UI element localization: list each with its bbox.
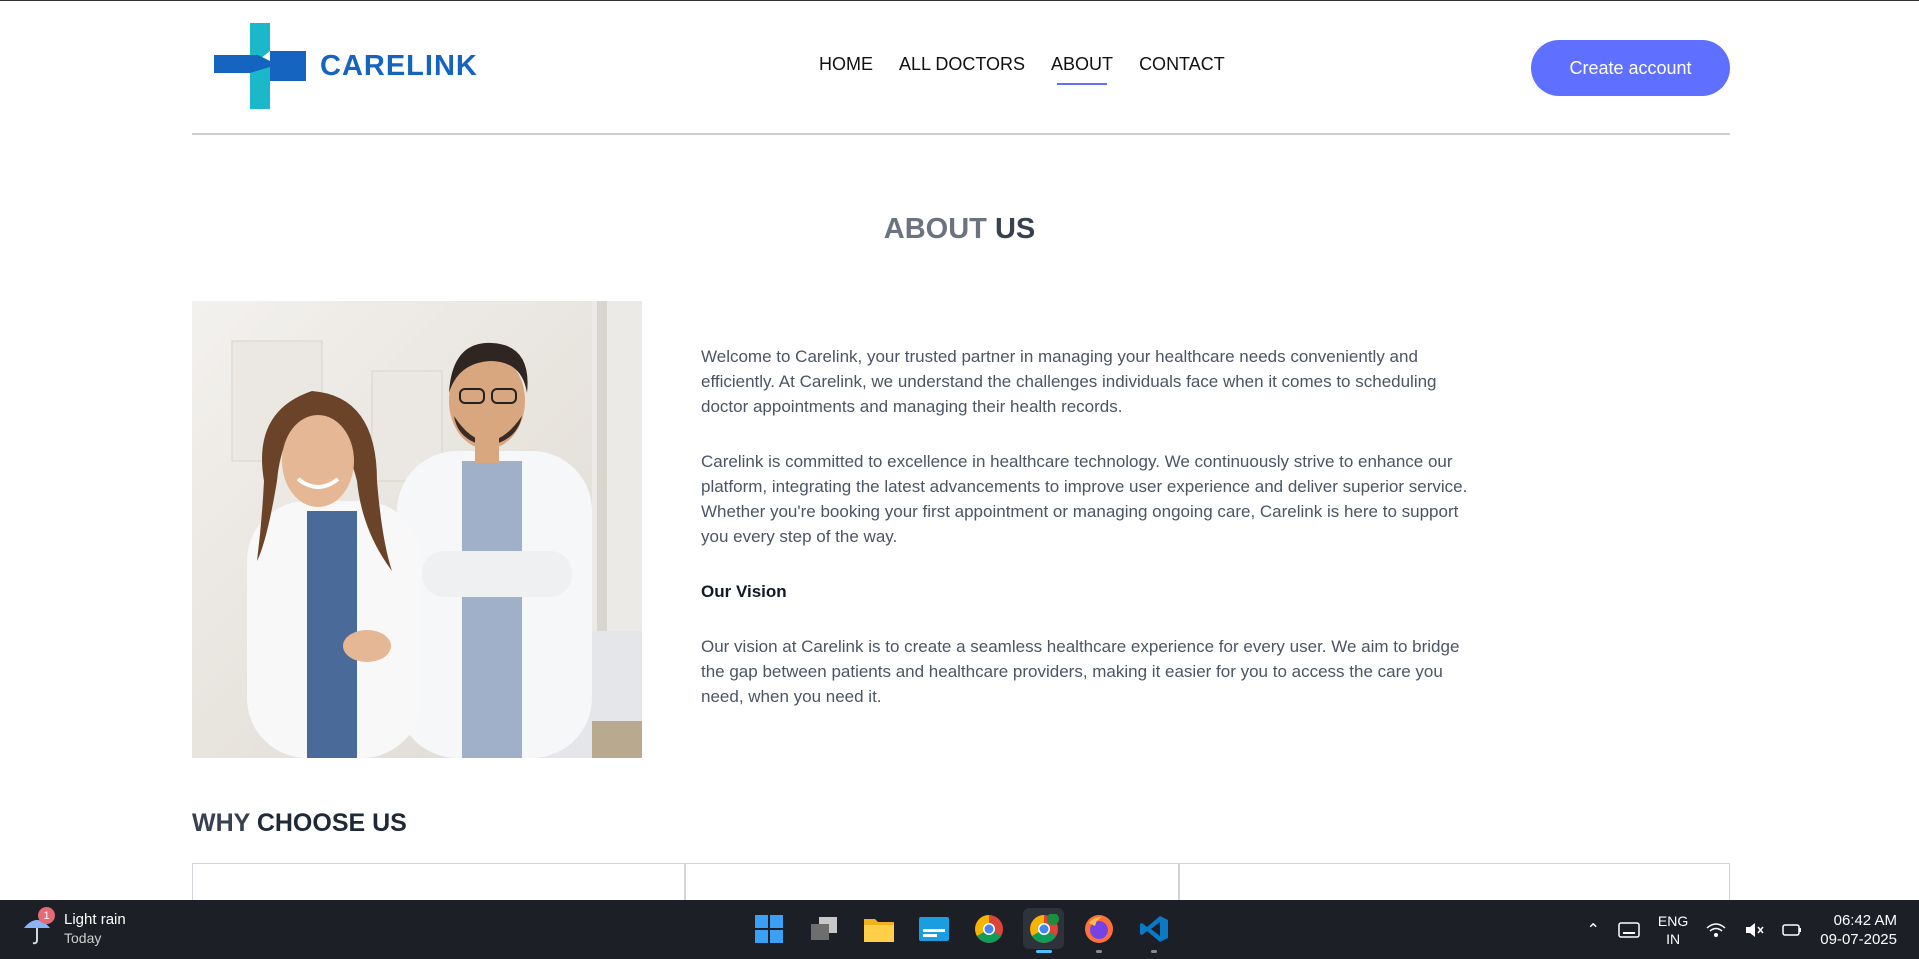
why-cards: [192, 863, 1730, 900]
firefox-icon[interactable]: [1078, 908, 1119, 953]
nav-about[interactable]: ABOUT: [1051, 54, 1113, 85]
carelink-cross-icon: [214, 23, 306, 109]
chevron-up-icon[interactable]: ⌃: [1587, 920, 1600, 940]
speaker-muted-icon[interactable]: [1744, 922, 1764, 938]
main-nav: HOME ALL DOCTORS ABOUT CONTACT: [819, 54, 1225, 85]
about-title: ABOUT US: [0, 213, 1919, 246]
why-card: [192, 863, 685, 900]
wifi-icon[interactable]: [1706, 922, 1726, 938]
about-text: Welcome to Carelink, your trusted partne…: [701, 344, 1483, 739]
logo-text: CARELINK: [320, 49, 478, 82]
nav-home[interactable]: HOME: [819, 54, 873, 75]
file-explorer-icon[interactable]: [858, 908, 899, 949]
chrome-profile-icon[interactable]: [1023, 908, 1064, 953]
why-title-light: WHY: [192, 809, 250, 837]
windows-taskbar: 1 Light rain Today ⌃ ENG IN 06:42 AM 09-…: [0, 900, 1919, 959]
weather-condition: Light rain: [64, 911, 126, 928]
about-paragraph-3: Our vision at Carelink is to create a se…: [701, 637, 1460, 706]
weather-day: Today: [64, 930, 102, 946]
taskbar-apps: [748, 908, 1174, 953]
clock-time: 06:42 AM: [1833, 911, 1897, 929]
why-choose-us-title: WHY CHOOSE US: [192, 809, 407, 838]
doctors-photo: [192, 301, 642, 758]
why-title-bold: CHOOSE US: [256, 809, 407, 837]
battery-icon[interactable]: [1782, 922, 1802, 938]
clock-date: 09-07-2025: [1820, 930, 1897, 948]
about-title-bold: US: [994, 213, 1036, 245]
keyboard-icon[interactable]: [1618, 921, 1640, 938]
nav-contact[interactable]: CONTACT: [1139, 54, 1225, 75]
region-code: IN: [1666, 930, 1681, 947]
vision-heading: Our Vision: [701, 582, 787, 601]
about-paragraph-1: Welcome to Carelink, your trusted partne…: [701, 347, 1437, 416]
start-icon[interactable]: [748, 908, 789, 949]
app-icon[interactable]: [913, 908, 954, 949]
nav-all-doctors[interactable]: ALL DOCTORS: [899, 54, 1025, 75]
why-card: [685, 863, 1179, 900]
system-tray: ⌃ ENG IN 06:42 AM 09-07-2025: [1587, 900, 1897, 959]
about-paragraph-2: Carelink is committed to excellence in h…: [701, 452, 1468, 546]
chrome-icon[interactable]: [968, 908, 1009, 949]
about-title-light: ABOUT: [883, 213, 987, 245]
weather-widget[interactable]: 1 Light rain Today: [22, 907, 126, 948]
language-indicator[interactable]: ENG IN: [1658, 912, 1688, 948]
why-card: [1179, 863, 1730, 900]
language-code: ENG: [1657, 912, 1689, 929]
weather-notification-badge: 1: [38, 907, 55, 924]
clock[interactable]: 06:42 AM 09-07-2025: [1820, 911, 1897, 949]
vscode-icon[interactable]: [1133, 908, 1174, 953]
site-header: CARELINK HOME ALL DOCTORS ABOUT CONTACT …: [192, 1, 1730, 135]
logo[interactable]: CARELINK: [214, 23, 478, 109]
page: CARELINK HOME ALL DOCTORS ABOUT CONTACT …: [0, 0, 1919, 900]
doctors-illustration: [231, 301, 642, 758]
task-view-icon[interactable]: [803, 908, 844, 949]
create-account-button[interactable]: Create account: [1531, 40, 1730, 96]
